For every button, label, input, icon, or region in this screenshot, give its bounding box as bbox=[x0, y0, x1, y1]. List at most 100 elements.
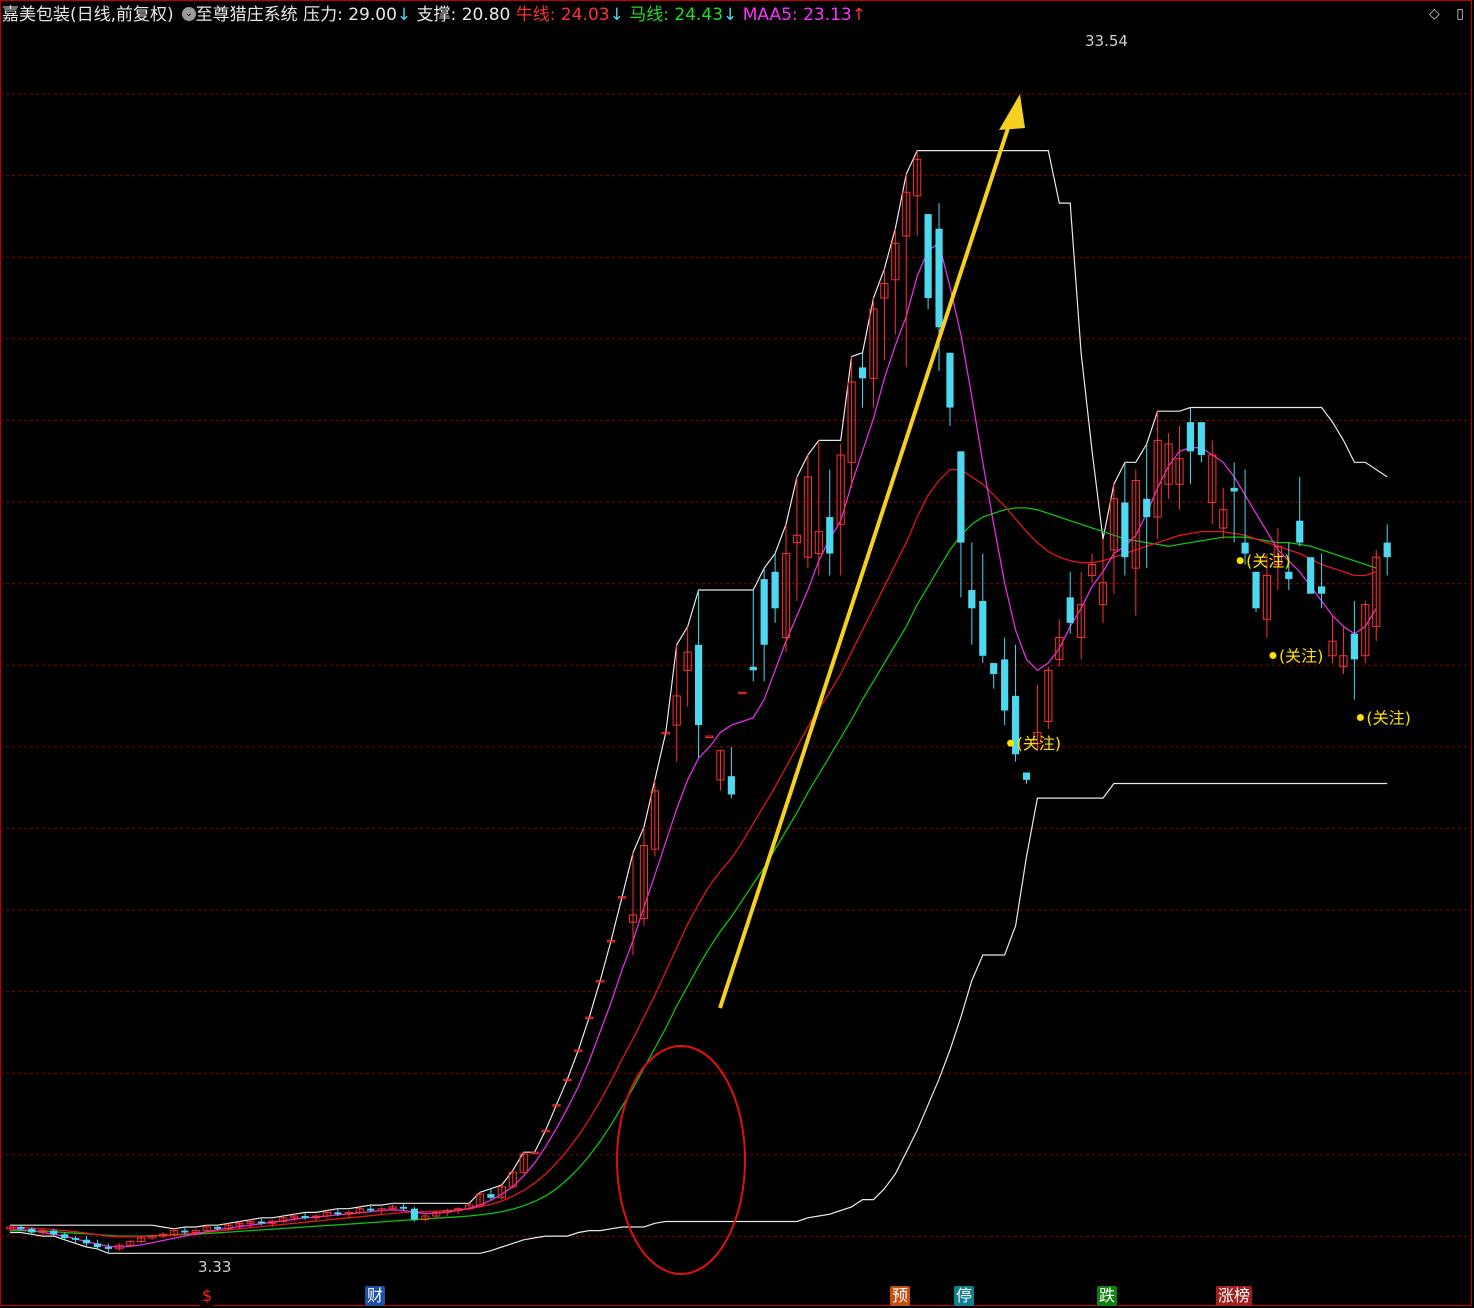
candle-body bbox=[1143, 498, 1151, 518]
focus-dot bbox=[1269, 652, 1277, 659]
badge-2[interactable]: 预 bbox=[890, 1286, 911, 1306]
candle-body bbox=[979, 601, 987, 656]
candle bbox=[1361, 601, 1370, 664]
candle bbox=[968, 542, 976, 645]
candle-body bbox=[181, 1230, 189, 1233]
candle bbox=[639, 827, 649, 926]
candle bbox=[1066, 571, 1074, 634]
candle bbox=[530, 1151, 539, 1155]
candle bbox=[957, 451, 965, 598]
candle bbox=[1252, 571, 1260, 612]
candle bbox=[290, 1214, 299, 1222]
candle bbox=[705, 735, 714, 739]
candle-body bbox=[738, 691, 747, 695]
candle bbox=[279, 1216, 288, 1224]
annotations: (关注) (关注) (关注) (关注) bbox=[616, 94, 1411, 1275]
trend-arrow-head bbox=[999, 94, 1025, 130]
candle bbox=[749, 590, 757, 682]
candle-body bbox=[61, 1234, 69, 1238]
candle bbox=[924, 214, 932, 309]
badge-0[interactable]: $ bbox=[200, 1286, 215, 1306]
candle bbox=[694, 590, 703, 758]
candle bbox=[421, 1214, 430, 1222]
candle bbox=[5, 1225, 15, 1233]
kline-chart: (关注) (关注) (关注) (关注) 33.54 3.33 bbox=[0, 32, 1472, 1276]
candle bbox=[803, 455, 812, 569]
candle-body bbox=[968, 590, 976, 609]
candle bbox=[1372, 549, 1381, 642]
badge-1[interactable]: 财 bbox=[365, 1286, 386, 1306]
candle-body bbox=[771, 571, 779, 609]
candle bbox=[1350, 601, 1358, 700]
candle-body bbox=[399, 1206, 408, 1209]
candle bbox=[1121, 462, 1129, 576]
candle-body bbox=[1230, 487, 1238, 492]
candle-body bbox=[257, 1221, 265, 1224]
candle-body bbox=[924, 214, 932, 299]
focus-label: (关注) bbox=[1246, 552, 1291, 571]
candle bbox=[1307, 557, 1315, 594]
candle bbox=[836, 444, 845, 576]
candle bbox=[727, 747, 735, 799]
candle bbox=[1328, 615, 1337, 664]
candle-body bbox=[28, 1228, 36, 1233]
horse-line bbox=[10, 507, 1377, 1237]
candle bbox=[410, 1206, 419, 1222]
bull-line bbox=[9, 468, 1377, 1238]
candle bbox=[344, 1210, 353, 1218]
candle-body bbox=[990, 663, 998, 674]
candle-body bbox=[214, 1226, 222, 1229]
candle bbox=[1143, 444, 1151, 569]
candle bbox=[487, 1188, 495, 1200]
candle bbox=[1109, 484, 1119, 594]
candle bbox=[1175, 425, 1184, 510]
candle-body bbox=[410, 1208, 419, 1220]
candle bbox=[771, 553, 779, 623]
candle bbox=[869, 298, 878, 408]
candle-body bbox=[946, 352, 954, 408]
candle-body bbox=[727, 776, 735, 795]
candle bbox=[235, 1221, 244, 1229]
candle-body bbox=[694, 644, 703, 726]
candle bbox=[1296, 476, 1304, 547]
badge-5[interactable]: 涨榜 bbox=[1216, 1286, 1253, 1306]
candle-body bbox=[301, 1216, 309, 1218]
candle bbox=[38, 1228, 47, 1237]
candle-body bbox=[1121, 502, 1129, 558]
candle-body bbox=[1383, 542, 1391, 558]
badge-3[interactable]: 停 bbox=[954, 1286, 975, 1306]
candle bbox=[82, 1236, 91, 1248]
badge-4[interactable]: 跌 bbox=[1097, 1286, 1118, 1306]
candle-body bbox=[1252, 571, 1260, 609]
candle bbox=[1164, 433, 1173, 499]
candle-body bbox=[760, 579, 768, 645]
focus-dot bbox=[1007, 739, 1015, 747]
candle bbox=[979, 553, 987, 664]
max-price-label: 33.54 bbox=[1085, 32, 1128, 50]
candle-body bbox=[1186, 422, 1195, 452]
candle-body bbox=[749, 666, 757, 671]
candle bbox=[454, 1206, 463, 1215]
moving-average-lines bbox=[9, 242, 1377, 1248]
candle bbox=[1339, 626, 1348, 674]
candle bbox=[781, 524, 791, 653]
maa5-line bbox=[9, 242, 1377, 1248]
candle-body bbox=[1285, 571, 1293, 580]
focus-label: (关注) bbox=[1366, 709, 1411, 728]
candle-body bbox=[858, 367, 867, 379]
highlight-circle bbox=[616, 1045, 746, 1275]
focus-label: (关注) bbox=[1279, 647, 1324, 666]
candle bbox=[1241, 469, 1249, 565]
candle-body bbox=[1197, 422, 1205, 455]
grid-lines bbox=[0, 93, 1472, 1237]
candle bbox=[913, 150, 922, 236]
candle-body bbox=[71, 1237, 80, 1240]
candle bbox=[1022, 772, 1031, 784]
candle bbox=[738, 691, 747, 695]
candle-body bbox=[93, 1243, 102, 1248]
candle-body bbox=[17, 1226, 25, 1229]
candle bbox=[880, 268, 889, 361]
candle bbox=[1197, 422, 1205, 463]
candle bbox=[1153, 411, 1162, 539]
candle bbox=[792, 476, 802, 601]
